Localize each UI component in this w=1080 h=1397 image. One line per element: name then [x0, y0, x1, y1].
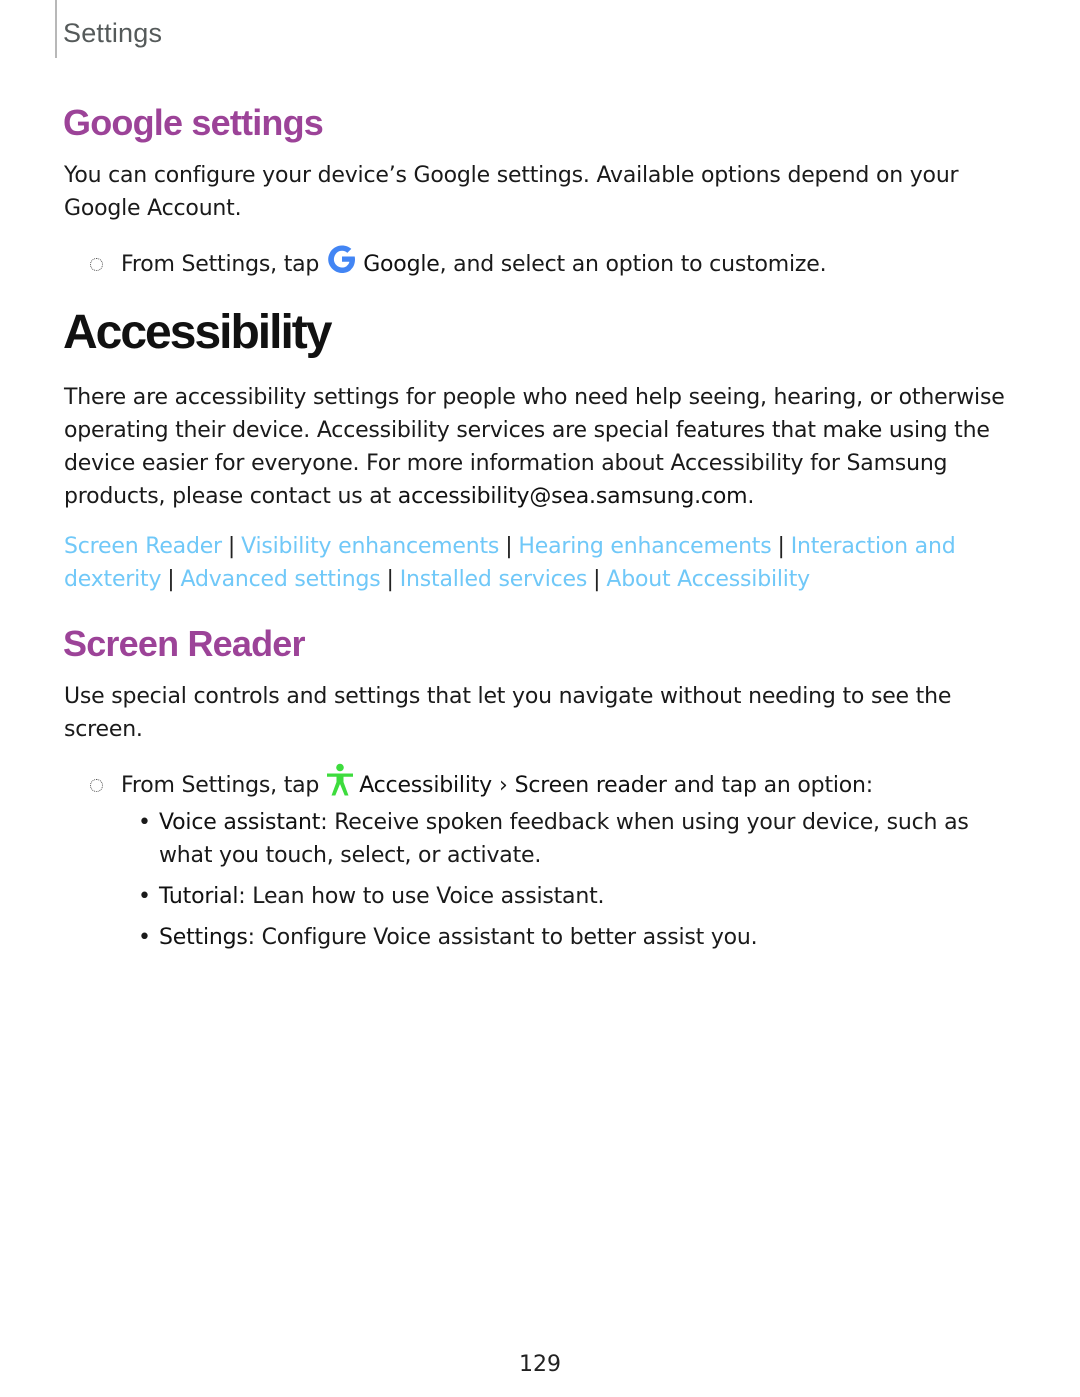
link-separator: |: [593, 567, 601, 592]
google-settings-step: From Settings, tap Google , and select a…: [88, 242, 1028, 286]
google-settings-description: You can configure your device’s Google s…: [64, 163, 959, 221]
bullet-icon: •: [138, 884, 151, 909]
list-item: • Voice assistant: Receive spoken feedba…: [138, 806, 998, 872]
chevron-right-icon: ›: [498, 772, 508, 798]
link-separator: |: [167, 567, 175, 592]
link-about-accessibility[interactable]: About Accessibility: [606, 567, 810, 592]
link-hearing-enhancements[interactable]: Hearing enhancements: [518, 534, 771, 559]
accessibility-email[interactable]: accessibility@sea.samsung.com: [398, 484, 748, 509]
accessibility-target: Accessibility: [359, 772, 492, 798]
google-settings-heading: Google settings: [63, 102, 324, 143]
accessibility-link-index: Screen Reader | Visibility enhancements | He…: [64, 530, 1024, 596]
step-suffix: and tap an option:: [673, 772, 873, 798]
link-separator: |: [505, 534, 513, 559]
option-term: Tutorial: [159, 884, 239, 909]
accessibility-person-icon: [325, 763, 355, 807]
accessibility-description: There are accessibility settings for peo…: [64, 381, 1024, 513]
step-prefix: From Settings, tap: [121, 251, 320, 277]
link-separator: |: [386, 567, 394, 592]
section-label: Settings: [63, 18, 163, 48]
header-divider: [55, 0, 57, 58]
step-bullet-icon: [90, 257, 103, 271]
screen-reader-options: • Voice assistant: Receive spoken feedba…: [138, 806, 998, 962]
link-separator: |: [227, 534, 236, 559]
step-suffix: , and select an option to customize.: [439, 251, 827, 277]
description-period: .: [747, 484, 755, 509]
step-bullet-icon: [90, 778, 103, 792]
link-separator: |: [777, 534, 785, 559]
link-screen-reader[interactable]: Screen Reader: [64, 534, 222, 559]
accessibility-heading: Accessibility: [63, 306, 332, 359]
google-g-icon: [325, 242, 359, 286]
list-item: • Tutorial: Lean how to use Voice assist…: [138, 880, 998, 913]
screen-reader-target: Screen reader: [514, 772, 667, 798]
option-term: Settings: [159, 925, 248, 950]
option-text: : Configure Voice assistant to better as…: [247, 925, 758, 950]
screen-reader-step: From Settings, tap Accessibility › Scree…: [88, 763, 1028, 807]
page-number: 129: [519, 1352, 561, 1377]
step-prefix: From Settings, tap: [121, 772, 320, 798]
link-installed-services[interactable]: Installed services: [400, 567, 588, 592]
screen-reader-description: Use special controls and settings that l…: [64, 684, 952, 742]
bullet-icon: •: [138, 810, 151, 835]
option-term: Voice assistant: [159, 810, 321, 835]
bullet-icon: •: [138, 925, 151, 950]
list-item: • Settings: Configure Voice assistant to…: [138, 921, 998, 954]
link-visibility-enhancements[interactable]: Visibility enhancements: [241, 534, 499, 559]
screen-reader-heading: Screen Reader: [63, 623, 306, 664]
option-text: : Lean how to use Voice assistant.: [238, 884, 605, 909]
google-target: Google: [363, 251, 440, 277]
link-advanced-settings[interactable]: Advanced settings: [181, 567, 381, 592]
